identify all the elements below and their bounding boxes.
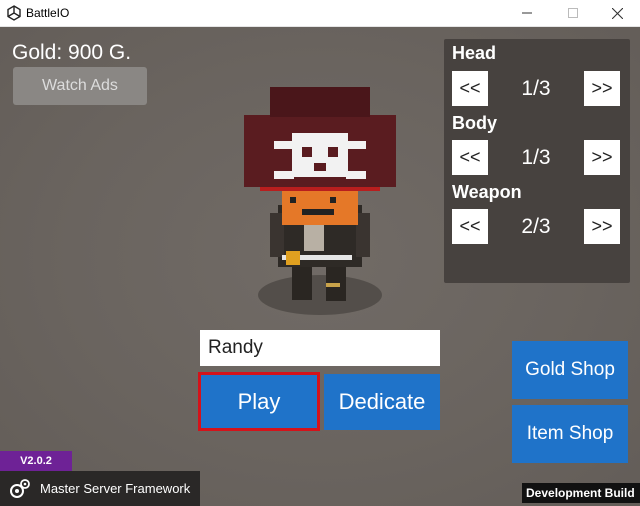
close-icon (611, 7, 623, 19)
body-next-button[interactable]: >> (584, 140, 620, 175)
window-titlebar: BattleIO (0, 0, 640, 26)
gold-shop-button[interactable]: Gold Shop (512, 341, 628, 399)
minimize-button[interactable] (504, 0, 550, 26)
weapon-next-button[interactable]: >> (584, 209, 620, 244)
maximize-button[interactable] (550, 0, 596, 26)
player-name-input[interactable]: Randy (200, 330, 440, 366)
game-viewport: Gold: 900 G. Watch Ads Head << 1/3 >> Bo… (0, 27, 640, 506)
watch-ads-button[interactable]: Watch Ads (13, 67, 147, 105)
weapon-prev-button[interactable]: << (452, 209, 488, 244)
version-badge: V2.0.2 (0, 451, 72, 471)
weapon-label: Weapon (452, 182, 522, 202)
close-button[interactable] (594, 0, 640, 26)
body-label: Body (452, 113, 497, 133)
body-prev-button[interactable]: << (452, 140, 488, 175)
maximize-icon (568, 8, 578, 18)
gold-counter: Gold: 900 G. (12, 41, 132, 64)
development-build-label: Development Build (522, 483, 640, 503)
head-label: Head (452, 43, 497, 63)
framework-label: Master Server Framework (40, 481, 191, 496)
minimize-icon (522, 12, 532, 14)
customization-panel: Head << 1/3 >> Body << 1/3 >> Weapon << … (444, 39, 630, 283)
framework-badge: Master Server Framework (0, 471, 200, 506)
head-next-button[interactable]: >> (584, 71, 620, 106)
head-counter: 1/3 (521, 77, 551, 100)
item-shop-button[interactable]: Item Shop (512, 405, 628, 463)
gears-icon (10, 478, 30, 498)
body-counter: 1/3 (521, 146, 551, 169)
window-title: BattleIO (26, 6, 70, 20)
play-button[interactable]: Play (198, 372, 320, 431)
character-preview (244, 87, 396, 315)
head-prev-button[interactable]: << (452, 71, 488, 106)
dedicate-button[interactable]: Dedicate (324, 374, 440, 430)
weapon-counter: 2/3 (521, 215, 551, 238)
unity-icon (7, 5, 21, 21)
